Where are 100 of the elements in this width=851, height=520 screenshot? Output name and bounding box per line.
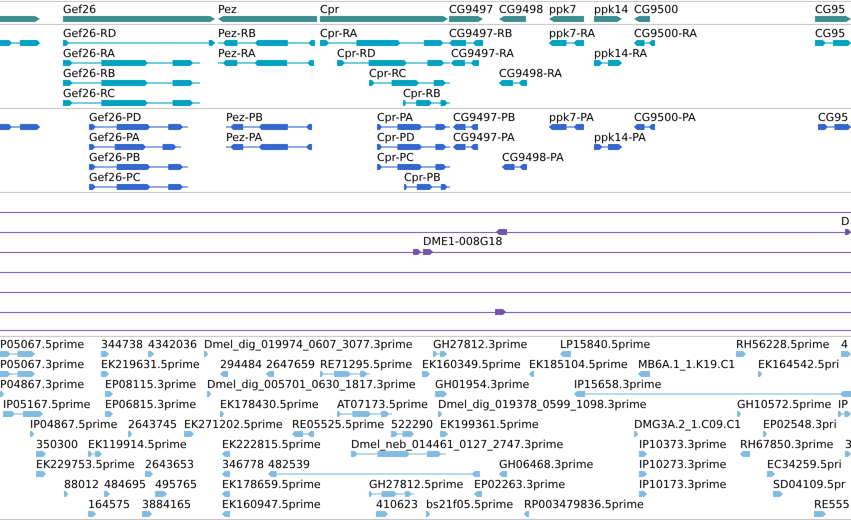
feature-label: 3884165 [142, 499, 191, 511]
feature-label: EK271202.5prime [184, 419, 283, 431]
feature-label: CG95 [815, 4, 846, 16]
feature-label: DME1-008G18 [423, 236, 502, 248]
feature-label: Gef26 [63, 4, 96, 16]
feature-label: EK185104.5prime [529, 359, 628, 371]
feature-label: EK229753.5prime [36, 459, 135, 471]
feature-label: 410623 [376, 499, 418, 511]
feature-label: DMG3A.2_1.C09.C1 [634, 419, 742, 431]
feature-label: EK222815.5prime [222, 439, 321, 451]
feature-label: 2643745 [128, 419, 177, 431]
feature-label: IP05167.5prime [3, 399, 90, 411]
feature-label: IP04867.5prime [30, 419, 118, 431]
feature-label: P05067.3prime [0, 359, 84, 371]
feature-label: MB6A.1_1.K19.C1 [638, 359, 736, 371]
feature-label: 164575 [88, 499, 130, 511]
feature-label: 294484 [220, 359, 262, 371]
feature-label: Gef26-RD [63, 28, 116, 40]
feature-label: RE555 [814, 499, 850, 511]
feature-label: GH27812.5prime [369, 479, 464, 491]
feature-label: 482539 [268, 459, 310, 471]
feature-label: IP10373.3prime [639, 439, 726, 451]
feature-label: CG9498 [499, 4, 544, 16]
feature-label: ppk14-RA [594, 48, 648, 60]
feature-label: 344738 [101, 339, 143, 351]
feature-label: EK160349.5prime [422, 359, 521, 371]
feature-label: LP15840.5prime [560, 339, 650, 351]
feature-label: P05067.5prime [0, 339, 84, 351]
feature-label: 495765 [155, 479, 197, 491]
feature-label: EK199361.5prime [440, 419, 539, 431]
feature-label: CG9497-PB [453, 112, 516, 124]
feature-label: 4 [841, 339, 848, 351]
feature-label: EP08115.3prime [105, 379, 196, 391]
feature-label: Gef26-PC [89, 172, 140, 184]
feature-label: CG9500-RA [634, 28, 697, 40]
feature-label: Gef26-RA [63, 48, 115, 60]
feature-label: bs21f05.5prime [426, 499, 514, 511]
feature-label: CG9497-PA [453, 132, 515, 144]
feature-label: Gef26-RB [63, 68, 116, 80]
feature-label: EP06815.3prime [105, 399, 196, 411]
feature-label: Gef26-PA [89, 132, 140, 144]
feature-label: GH10572.5prime [737, 399, 832, 411]
feature-label: CG95 [815, 28, 846, 40]
feature-label: Cpr-RB [403, 88, 441, 100]
feature-label: IP10273.3prime [639, 459, 726, 471]
feature-label: Cpr-PB [404, 172, 441, 184]
feature-label: EC34259.5pri [767, 459, 842, 471]
feature-label: Cpr [320, 4, 340, 16]
feature-label: Dmel_neb_014461_0127_2747.3prime [351, 439, 564, 451]
feature-label: AT07173.5prime [337, 399, 428, 411]
feature-label: IP10173.3prime [639, 479, 726, 491]
feature-label: ppk7 [549, 4, 576, 16]
feature-label: Pez-PB [226, 112, 263, 124]
feature-label: 350300 [36, 439, 78, 451]
feature-label: Cpr-RC [369, 68, 406, 80]
feature-label: Cpr-PC [377, 152, 414, 164]
feature-label: RH56228.5prime [736, 339, 830, 351]
feature-label: GH01954.3prime [435, 379, 530, 391]
feature-label: RH67850.3prime [740, 439, 834, 451]
feature-label: Dmel_dig_019974_0607_3077.3prime [204, 339, 413, 351]
feature-label: CG9497 [449, 4, 494, 16]
feature-label: EK160947.5prime [222, 499, 321, 511]
feature-label: D [841, 216, 850, 228]
feature-label: CG9497-RA [451, 48, 514, 60]
feature-label: 484695 [104, 479, 146, 491]
feature-label: CG95 [818, 112, 848, 124]
feature-label: EP02548.3pri [763, 419, 837, 431]
feature-label: 88012 [64, 479, 99, 491]
feature-label: CG9497-RB [449, 28, 512, 40]
feature-label: Pez-RA [218, 48, 256, 60]
feature-label: Gef26-RC [63, 88, 115, 100]
feature-label: RE05525.5prime [292, 419, 384, 431]
feature-label: EP02263.3prime [474, 479, 566, 491]
feature-label: ppk14-PA [594, 132, 646, 144]
feature-label: Cpr-PA [377, 112, 413, 124]
feature-label: Cpr-PD [377, 132, 415, 144]
feature-label: 346778 [222, 459, 264, 471]
feature-label: IP [838, 399, 848, 411]
feature-label: GH27812.3prime [433, 339, 528, 351]
feature-label: ppk7-PA [549, 112, 594, 124]
feature-label: CG9498-PA [502, 152, 564, 164]
feature-label: Dmel_dig_005701_0630_1817.3prime [207, 379, 416, 391]
feature-label: Pez-PA [226, 132, 262, 144]
feature-label: Cpr-RA [320, 28, 358, 40]
feature-label: Pez-RB [218, 28, 256, 40]
feature-label: 522290 [391, 419, 433, 431]
feature-label: EK178659.5prime [222, 479, 321, 491]
feature-label: Cpr-RD [337, 48, 376, 60]
feature-label: ppk7-RA [549, 28, 596, 40]
feature-label: Gef26-PB [89, 152, 140, 164]
feature-label: RP003479836.5prime [524, 499, 644, 511]
feature-label: EK178430.5prime [220, 399, 319, 411]
feature-label: EK119914.5prime [88, 439, 187, 451]
feature-label: IP15658.3prime [574, 379, 662, 391]
feature-label: ppk14 [594, 4, 628, 16]
feature-label: GH06468.3prime [499, 459, 594, 471]
feature-label: Gef26-PD [89, 112, 142, 124]
feature-label: SD04109.5pr [773, 479, 846, 491]
feature-label: P04867.3prime [0, 379, 84, 391]
feature-label: 2643653 [145, 459, 194, 471]
